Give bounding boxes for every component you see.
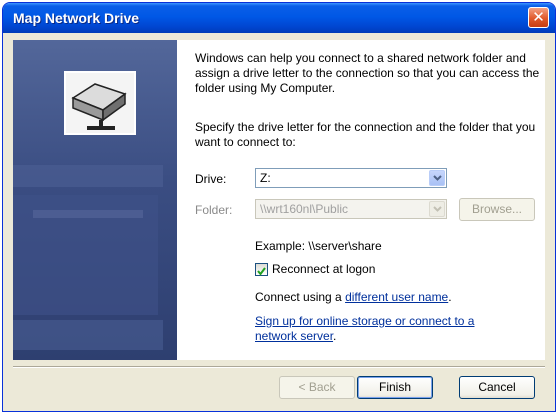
close-button[interactable]: ✕: [528, 7, 549, 28]
different-user-name-link[interactable]: different user name: [345, 290, 448, 304]
content-area: Windows can help you connect to a shared…: [177, 40, 545, 360]
folder-label: Folder:: [195, 203, 233, 217]
connect-using-line: Connect using a different user name.: [255, 290, 452, 304]
specify-text: Specify the drive letter for the connect…: [195, 120, 536, 149]
signup-link-line1[interactable]: Sign up for online storage or connect to…: [255, 314, 474, 328]
dropdown-arrow-icon[interactable]: [429, 201, 445, 217]
folder-select[interactable]: \\wrt160nl\Public: [255, 199, 447, 219]
folder-value: \\wrt160nl\Public: [260, 202, 349, 216]
reconnect-label[interactable]: Reconnect at logon: [272, 262, 375, 276]
finish-button[interactable]: Finish: [357, 376, 433, 399]
cancel-button[interactable]: Cancel: [459, 376, 535, 399]
intro-text: Windows can help you connect to a shared…: [195, 51, 540, 95]
example-text: Example: \\server\share: [255, 239, 382, 253]
connect-using-suffix: .: [448, 290, 452, 304]
dropdown-arrow-icon[interactable]: [429, 170, 445, 186]
network-drive-illustration: [13, 71, 163, 350]
connect-using-prefix: Connect using a: [255, 290, 346, 304]
drive-label: Drive:: [195, 172, 227, 186]
wizard-side-panel: [13, 40, 177, 360]
button-divider: [13, 366, 545, 368]
dialog-body: Windows can help you connect to a shared…: [7, 33, 551, 407]
signup-link-suffix: .: [333, 329, 337, 343]
reconnect-checkbox[interactable]: [255, 263, 268, 276]
window-title: Map Network Drive: [13, 10, 140, 26]
back-button[interactable]: < Back: [279, 376, 355, 399]
signup-link-line2[interactable]: network server: [255, 329, 333, 343]
drive-select[interactable]: Z:: [255, 168, 447, 188]
signup-link-line2-wrap: network server.: [255, 329, 336, 343]
drive-value: Z:: [260, 171, 271, 185]
browse-button[interactable]: Browse...: [459, 198, 535, 221]
close-icon: ✕: [532, 9, 545, 26]
map-network-drive-window: Map Network Drive ✕ Windows can help you…: [2, 2, 556, 412]
network-drive-icon: [64, 71, 136, 135]
title-bar[interactable]: Map Network Drive ✕: [3, 3, 555, 33]
checkmark-icon: [257, 267, 266, 276]
